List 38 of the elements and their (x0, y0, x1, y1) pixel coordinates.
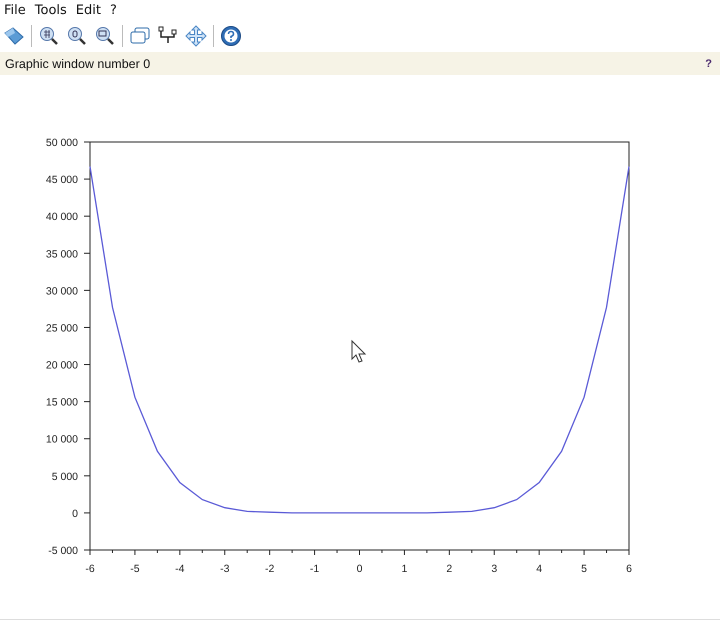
y-tick-label: 20 000 (46, 360, 78, 372)
x-tick-label: -5 (130, 563, 140, 575)
x-tick-label: 0 (356, 563, 362, 575)
y-tick-label: 10 000 (46, 434, 78, 446)
zoom-icon[interactable] (66, 25, 88, 47)
y-tick-label: 40 000 (46, 211, 78, 224)
x-tick-label: 6 (626, 563, 632, 575)
menu-item[interactable]: ? (110, 2, 117, 18)
x-tick-label: -4 (175, 563, 184, 575)
y-tick-label: 15 000 (46, 396, 78, 409)
x-tick-label: 3 (491, 563, 498, 575)
x-tick-label: 1 (402, 563, 408, 575)
zoom-icon[interactable] (94, 25, 116, 47)
x-tick-label: 5 (581, 563, 587, 575)
x-tick-label: 4 (536, 563, 542, 575)
help-link[interactable]: ? (705, 58, 712, 70)
x-tick-label: -2 (265, 563, 274, 575)
move-icon[interactable] (185, 25, 207, 47)
menu-item[interactable]: Edit (76, 2, 101, 18)
rotate-icon[interactable] (3, 25, 25, 47)
y-tick-label: 50 000 (46, 137, 78, 149)
menu-item[interactable]: Tools (34, 2, 67, 18)
cursor-icon (352, 340, 366, 363)
y-tick-label: 45 000 (46, 174, 78, 186)
x-tick-label: -6 (85, 563, 95, 575)
zoom-icon[interactable] (38, 25, 60, 47)
x-tick-label: -3 (220, 563, 230, 575)
y-tick-label: 5 000 (52, 470, 78, 483)
help-icon[interactable] (220, 25, 242, 47)
x-tick-label: 2 (446, 563, 452, 575)
menu-item[interactable]: File (4, 2, 26, 18)
y-tick-label: 35 000 (46, 248, 78, 260)
x-tick-label: -1 (310, 563, 320, 575)
y-tick-label: 25 000 (46, 322, 78, 334)
y-tick-label: 0 (72, 508, 78, 520)
window-title: Graphic window number 0 (5, 56, 150, 70)
y-tick-label: 30 000 (46, 285, 78, 298)
y-tick-label: -5 000 (48, 545, 78, 557)
